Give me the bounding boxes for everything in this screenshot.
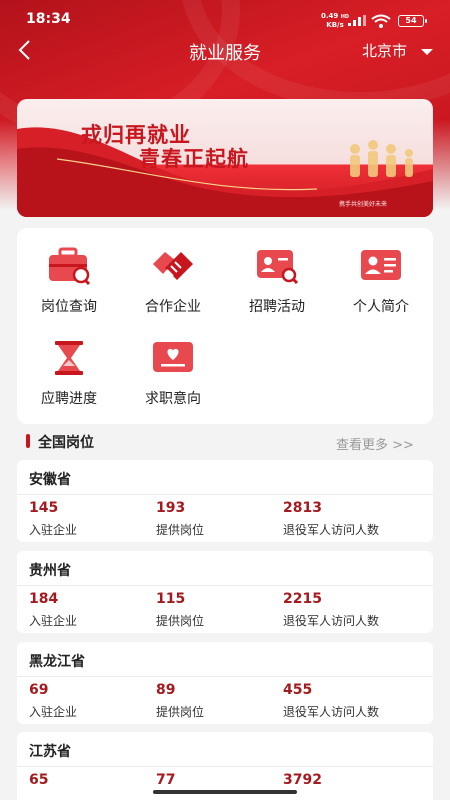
province-name: 贵州省 xyxy=(29,563,71,579)
soldiers-silhouette-icon xyxy=(350,140,413,177)
handshake-icon xyxy=(151,246,195,286)
promo-banner[interactable]: 戎归再就业 青春正起航 携手共创美好未来 xyxy=(17,99,433,217)
profile-card-icon xyxy=(359,246,403,286)
province-name: 江苏省 xyxy=(29,744,71,760)
stat-companies: 184 入驻企业 xyxy=(29,591,78,628)
grid-item-recruiting-events[interactable]: 招聘活动 xyxy=(225,246,329,316)
stat-positions: 193 提供岗位 xyxy=(156,500,205,537)
wifi-icon xyxy=(371,14,391,28)
card-divider xyxy=(17,676,433,677)
id-card-search-icon xyxy=(255,246,299,286)
province-card[interactable]: 贵州省 184 入驻企业 115 提供岗位 2215 退役军人访问人数 xyxy=(17,551,433,633)
battery-icon: 54 xyxy=(398,15,427,27)
heart-message-icon xyxy=(151,338,195,378)
grid-item-partner-companies[interactable]: 合作企业 xyxy=(121,246,225,316)
hourglass-icon xyxy=(47,338,91,378)
status-time: 18:34 xyxy=(26,11,71,27)
stat-companies: 145 入驻企业 xyxy=(29,500,78,537)
province-card[interactable]: 安徽省 145 入驻企业 193 提供岗位 2813 退役军人访问人数 xyxy=(17,460,433,542)
stat-visitors: 455 退役军人访问人数 xyxy=(283,682,380,719)
stat-positions: 115 提供岗位 xyxy=(156,591,205,628)
province-card[interactable]: 黑龙江省 69 入驻企业 89 提供岗位 455 退役军人访问人数 xyxy=(17,642,433,724)
chevron-down-icon[interactable] xyxy=(421,49,433,55)
view-more-link[interactable]: 查看更多 >> xyxy=(336,434,414,453)
briefcase-search-icon xyxy=(47,246,91,286)
service-grid: 岗位查询 合作企业 招聘活动 个人简介 应聘进度 求职意向 xyxy=(17,228,433,424)
section-title: 全国岗位 xyxy=(38,435,94,451)
city-selector[interactable]: 北京市 xyxy=(362,40,407,61)
stat-visitors: 2813 退役军人访问人数 xyxy=(283,500,380,537)
stat-visitors: 3792 xyxy=(283,772,322,788)
grid-item-profile[interactable]: 个人简介 xyxy=(329,246,433,316)
grid-item-job-search[interactable]: 岗位查询 xyxy=(17,246,121,316)
banner-line-2: 青春正起航 xyxy=(139,147,249,171)
province-name: 黑龙江省 xyxy=(29,654,85,670)
grid-item-job-intention[interactable]: 求职意向 xyxy=(121,338,225,408)
signal-icon xyxy=(348,15,366,26)
card-divider xyxy=(17,766,433,767)
card-divider xyxy=(17,494,433,495)
network-speed: 0.49 HD KB/s xyxy=(321,12,350,29)
stat-positions: 77 xyxy=(156,772,176,788)
stat-positions: 89 提供岗位 xyxy=(156,682,205,719)
province-name: 安徽省 xyxy=(29,472,71,488)
stat-companies: 69 入驻企业 xyxy=(29,682,78,719)
banner-slogan: 携手共创美好未来 xyxy=(339,201,388,208)
stat-companies: 65 xyxy=(29,772,49,788)
card-divider xyxy=(17,585,433,586)
grid-item-application-progress[interactable]: 应聘进度 xyxy=(17,338,121,408)
stat-visitors: 2215 退役军人访问人数 xyxy=(283,591,380,628)
navigation-bar: 就业服务 北京市 xyxy=(0,30,450,70)
home-indicator[interactable] xyxy=(153,790,297,794)
